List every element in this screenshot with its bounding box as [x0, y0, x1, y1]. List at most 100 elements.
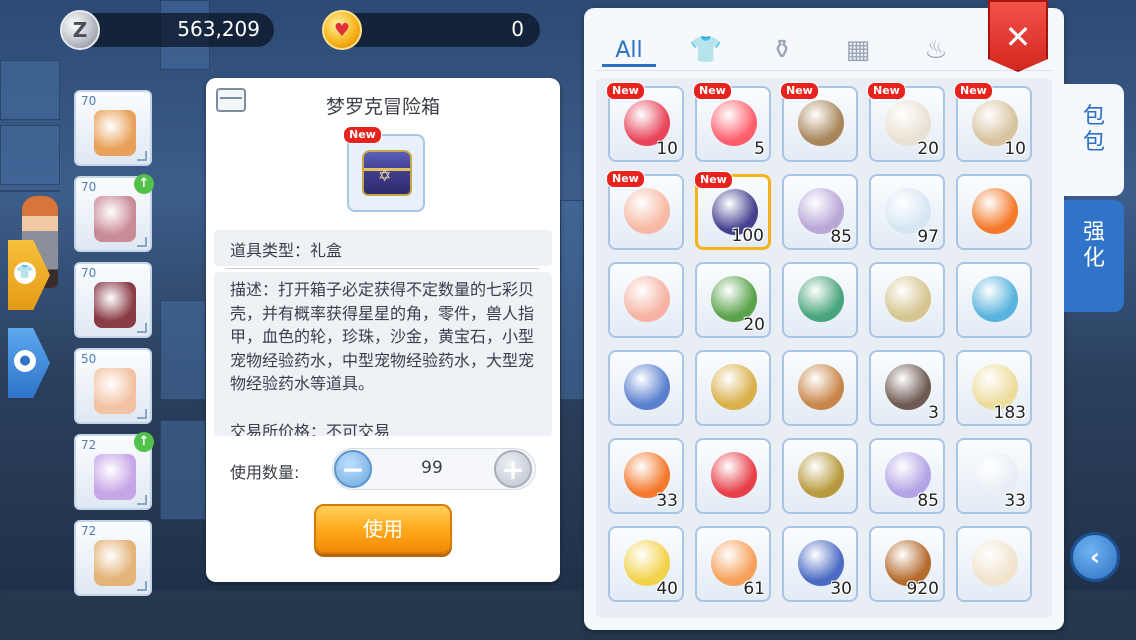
inventory-slot[interactable]: New — [780, 82, 858, 162]
wall-brick — [160, 300, 206, 400]
new-badge: New — [867, 82, 906, 100]
inventory-slot[interactable]: 40 — [608, 526, 684, 602]
equipment-slot[interactable]: 70 — [74, 90, 152, 166]
description-scroll[interactable]: 描述：打开箱子必定获得不定数量的七彩贝壳，并有概率获得星星的角，零件，兽人指甲，… — [214, 272, 552, 436]
corner-mark-icon — [137, 581, 147, 591]
equipment-icon — [94, 368, 136, 414]
inventory-slot[interactable]: 3 — [869, 350, 945, 426]
item-quantity: 920 — [906, 579, 939, 599]
inventory-slot[interactable]: 920 — [869, 526, 945, 602]
vase-icon — [798, 452, 844, 498]
bunny-egg-icon — [972, 540, 1018, 586]
equipment-slot[interactable]: 72 ↑ — [74, 432, 154, 510]
item-quantity: 5 — [754, 139, 765, 159]
new-badge: New — [693, 82, 732, 100]
item-quantity: 85 — [917, 491, 939, 511]
tab-consumables[interactable]: ⚱ — [760, 30, 804, 70]
shirt-icon: 👕 — [689, 35, 723, 65]
zeny-coin-icon: Z — [60, 10, 100, 50]
item-quantity: 3 — [928, 403, 939, 423]
equipment-icon — [94, 282, 136, 328]
new-badge: New — [954, 82, 993, 100]
item-quantity: 30 — [830, 579, 852, 599]
equipment-slot[interactable]: 72 — [74, 520, 152, 596]
equipment-slot[interactable]: 70 — [74, 262, 152, 338]
item-quantity: 183 — [993, 403, 1026, 423]
back-arrow-button[interactable]: ‹ — [1070, 532, 1120, 582]
inventory-slot[interactable] — [869, 262, 945, 338]
inventory-slot[interactable] — [782, 438, 858, 514]
inventory-slot[interactable]: 100 New — [694, 171, 771, 250]
equipment-slot[interactable]: 70 ↑ — [74, 174, 154, 252]
corner-mark-icon — [137, 495, 147, 505]
active-tab-indicator — [602, 64, 656, 67]
tab-cooking[interactable]: ♨ — [914, 30, 958, 70]
corner-mark-icon — [137, 237, 147, 247]
wall-brick — [0, 125, 60, 185]
grid-icon: ▦ — [845, 35, 871, 65]
cauldron-icon — [885, 364, 931, 410]
quantity-value[interactable]: 99 — [372, 458, 492, 478]
equipment-level: 50 — [81, 352, 97, 366]
horn-icon — [972, 188, 1018, 234]
inventory-slot[interactable] — [782, 350, 858, 426]
orb-icon — [972, 276, 1018, 322]
inventory-slot[interactable] — [956, 174, 1032, 250]
inventory-slot[interactable]: 85 — [869, 438, 945, 514]
inventory-slot[interactable] — [782, 262, 858, 338]
inventory-slot[interactable]: 33 — [608, 438, 684, 514]
close-button[interactable]: ✕ — [988, 0, 1048, 72]
item-quantity: 97 — [917, 227, 939, 247]
item-quantity: 20 — [743, 315, 765, 335]
upgrade-arrow-icon: ↑ — [134, 174, 154, 194]
inventory-slot[interactable]: 5 New — [693, 82, 771, 162]
inventory-slot[interactable]: 20 — [695, 262, 771, 338]
inventory-slot[interactable]: 61 — [695, 526, 771, 602]
inventory-slot[interactable]: 30 — [782, 526, 858, 602]
person-icon: ● — [14, 350, 36, 372]
tab-equipment[interactable]: 👕 — [684, 30, 728, 70]
new-badge: New — [606, 82, 645, 100]
inventory-slot[interactable]: 85 — [782, 174, 858, 250]
coin-icon — [798, 100, 844, 146]
inventory-slot[interactable] — [695, 350, 771, 426]
bag-icon — [798, 364, 844, 410]
inventory-slot[interactable] — [956, 262, 1032, 338]
use-button[interactable]: 使用 — [314, 504, 452, 554]
wall-brick — [0, 60, 60, 120]
equipment-level: 70 — [81, 180, 97, 194]
inventory-slot[interactable]: 97 — [869, 174, 945, 250]
poring-icon — [711, 100, 757, 146]
inventory-slot[interactable]: 20 New — [867, 82, 945, 162]
inventory-slot[interactable] — [695, 438, 771, 514]
inventory-slot[interactable]: 33 — [956, 438, 1032, 514]
inventory-slot[interactable]: 183 — [956, 350, 1032, 426]
new-badge: New — [780, 82, 819, 100]
shirt-icon: 👕 — [14, 262, 36, 284]
equipment-level: 70 — [81, 94, 97, 108]
inventory-slot[interactable]: 10 New — [606, 82, 684, 162]
inventory-slot[interactable]: 10 New — [954, 82, 1032, 162]
item-quantity: 33 — [656, 491, 678, 511]
item-description: 描述：打开箱子必定获得不定数量的七彩贝壳，并有概率获得星星的角，零件，兽人指甲，… — [230, 280, 535, 393]
inventory-slot[interactable] — [608, 350, 684, 426]
equipment-slot[interactable]: 50 — [74, 348, 152, 424]
gem-coin-icon[interactable]: ♥ — [322, 10, 362, 50]
tab-enhance[interactable]: 强 化 — [1064, 200, 1124, 312]
inventory-slot[interactable]: New — [606, 170, 684, 250]
item-quantity: 40 — [656, 579, 678, 599]
increase-quantity-button[interactable]: + — [494, 450, 532, 488]
inventory-slot[interactable] — [608, 262, 684, 338]
wall-brick — [0, 190, 60, 192]
tab-enhance-label: 强 化 — [1082, 220, 1105, 271]
inventory-slot[interactable] — [956, 526, 1032, 602]
tab-bag-label: 包 包 — [1082, 104, 1105, 155]
decrease-quantity-button[interactable]: − — [334, 450, 372, 488]
equipment-level: 70 — [81, 266, 97, 280]
quantity-label: 使用数量: — [230, 463, 300, 482]
tab-divider — [594, 70, 1054, 71]
equipment-icon — [94, 196, 136, 242]
tab-cards[interactable]: ▦ — [836, 30, 880, 70]
tab-bag[interactable]: 包 包 — [1064, 84, 1124, 196]
equipment-icon — [94, 540, 136, 586]
